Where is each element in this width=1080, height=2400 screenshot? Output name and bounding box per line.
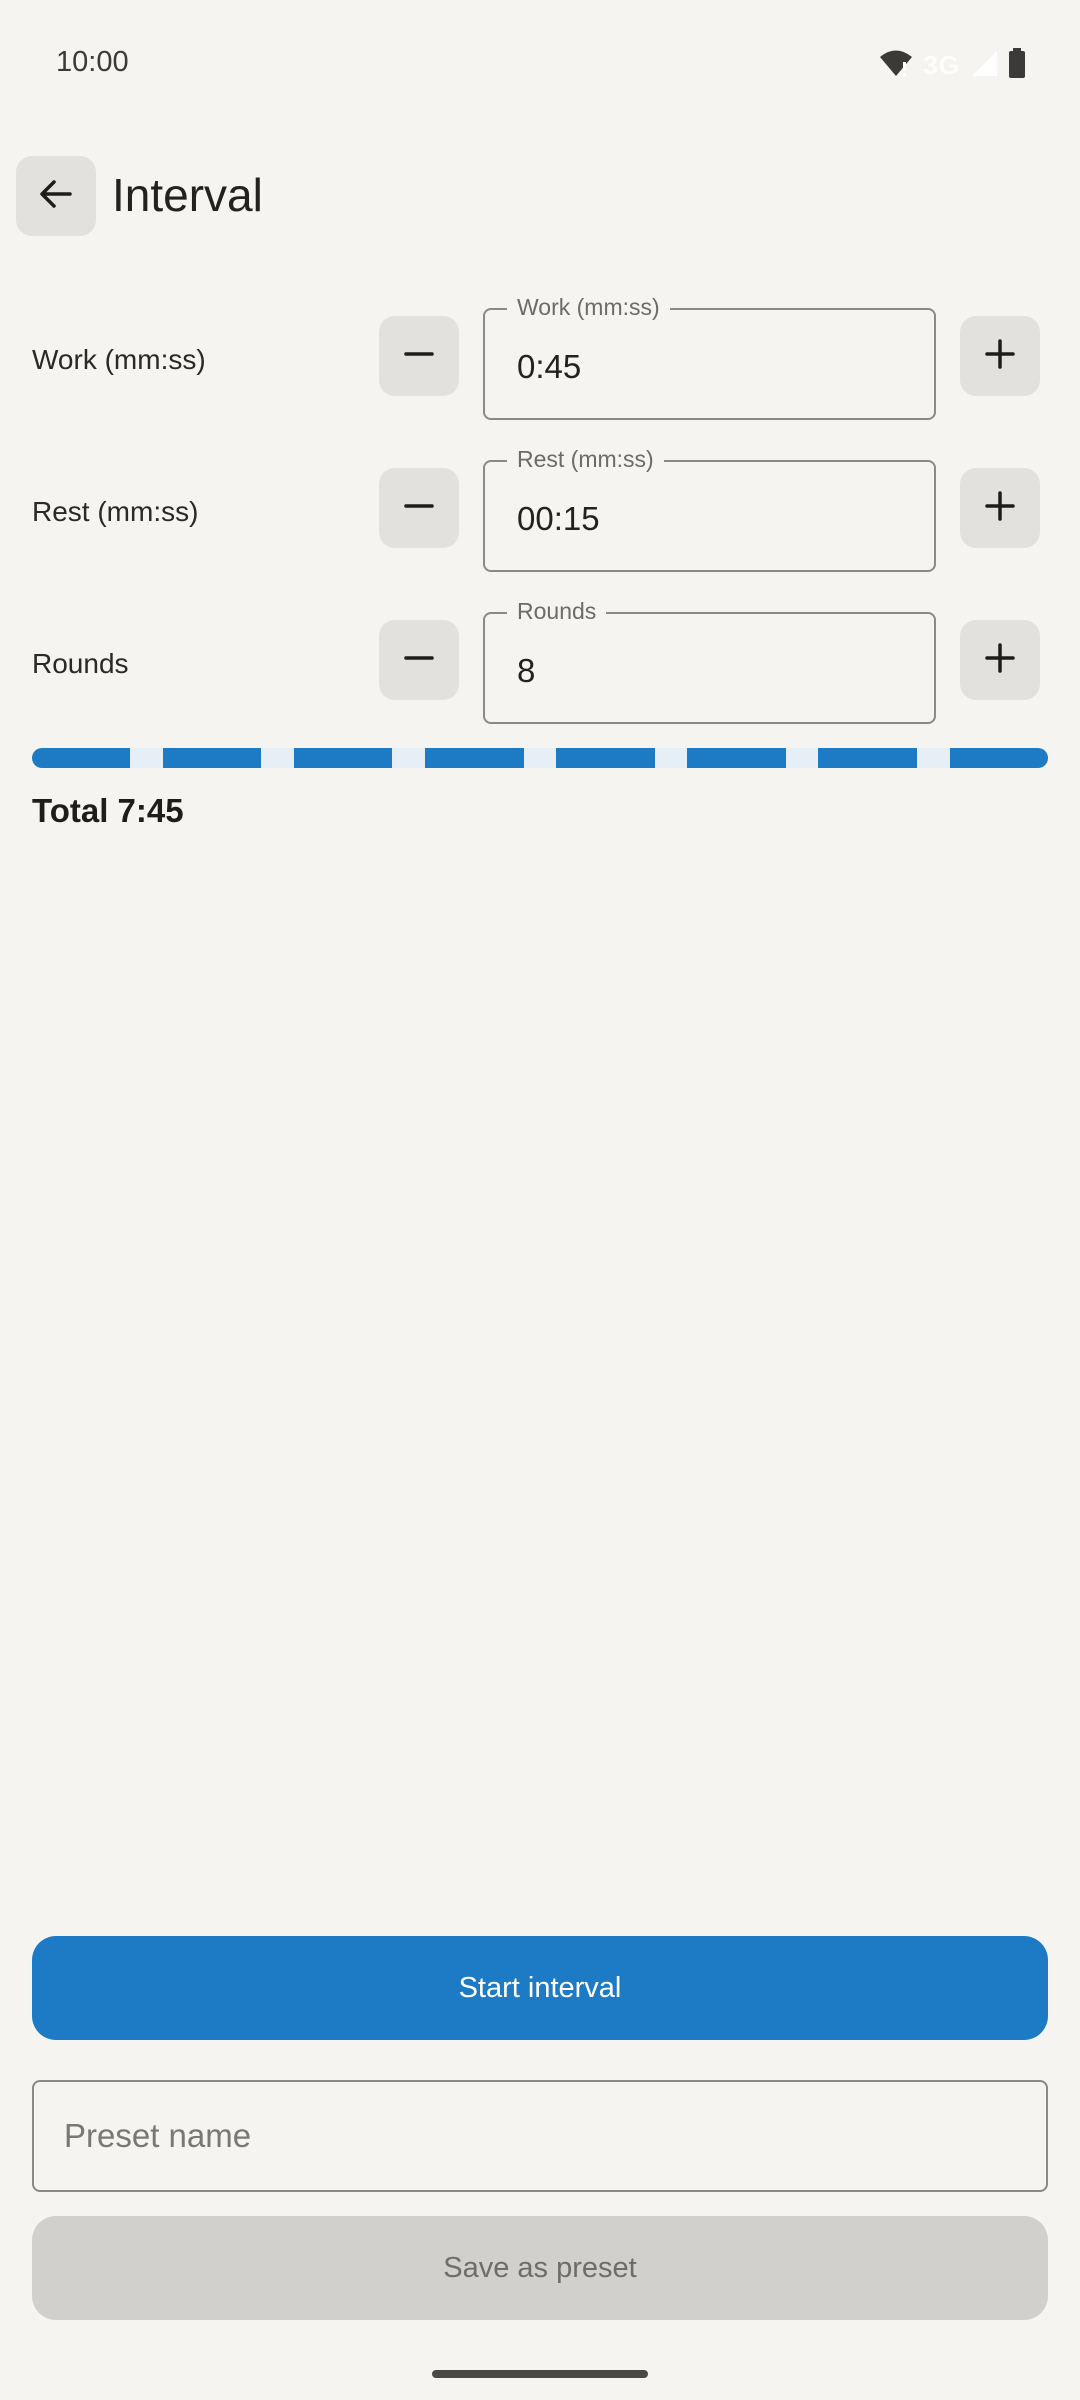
timeline-rest-segment bbox=[261, 748, 295, 768]
interval-timeline bbox=[32, 748, 1048, 768]
minus-icon bbox=[403, 490, 435, 527]
rounds-increment-button[interactable] bbox=[960, 620, 1040, 700]
network-type-label: 3G bbox=[923, 49, 960, 80]
rest-row: Rest (mm:ss) Rest (mm:ss) 00:15 bbox=[0, 446, 1080, 576]
rounds-field[interactable]: Rounds 8 bbox=[483, 598, 936, 724]
status-time: 10:00 bbox=[56, 46, 129, 78]
rounds-label: Rounds bbox=[32, 648, 129, 679]
rest-label: Rest (mm:ss) bbox=[32, 496, 199, 527]
timeline-work-segment bbox=[818, 748, 917, 768]
work-increment-button[interactable] bbox=[960, 316, 1040, 396]
plus-icon bbox=[984, 338, 1016, 375]
rest-field-value[interactable]: 00:15 bbox=[517, 500, 600, 538]
rest-field[interactable]: Rest (mm:ss) 00:15 bbox=[483, 446, 936, 572]
timeline-rest-segment bbox=[392, 748, 426, 768]
timeline-work-segment bbox=[687, 748, 786, 768]
timeline-work-segment bbox=[949, 748, 1048, 768]
rounds-row: Rounds Rounds 8 bbox=[0, 598, 1080, 728]
rest-increment-button[interactable] bbox=[960, 468, 1040, 548]
work-field-legend: Work (mm:ss) bbox=[507, 294, 670, 321]
timeline-rest-segment bbox=[130, 748, 164, 768]
work-label: Work (mm:ss) bbox=[32, 344, 206, 375]
back-button[interactable] bbox=[16, 156, 96, 236]
timeline-work-segment bbox=[425, 748, 524, 768]
work-row: Work (mm:ss) Work (mm:ss) 0:45 bbox=[0, 294, 1080, 424]
work-field-value[interactable]: 0:45 bbox=[517, 348, 581, 386]
save-preset-button[interactable]: Save as preset bbox=[32, 2216, 1048, 2320]
timeline-rest-segment bbox=[654, 748, 688, 768]
timeline-work-segment bbox=[556, 748, 655, 768]
rounds-decrement-button[interactable] bbox=[379, 620, 459, 700]
arrow-back-icon bbox=[38, 176, 74, 217]
cellular-signal-icon bbox=[970, 49, 998, 82]
status-bar: 10:00 3G bbox=[0, 0, 1080, 130]
preset-name-input[interactable] bbox=[32, 2080, 1048, 2192]
interval-screen: 10:00 3G Interval Work (mm:ss) Work (mm:… bbox=[0, 0, 1080, 2400]
plus-icon bbox=[984, 642, 1016, 679]
battery-icon bbox=[1008, 47, 1026, 83]
rounds-field-value[interactable]: 8 bbox=[517, 652, 535, 690]
minus-icon bbox=[403, 642, 435, 679]
timeline-rest-segment bbox=[523, 748, 557, 768]
status-icons: 3G bbox=[879, 47, 1026, 83]
wifi-alert-icon bbox=[879, 48, 913, 83]
rest-decrement-button[interactable] bbox=[379, 468, 459, 548]
minus-icon bbox=[403, 338, 435, 375]
start-interval-button[interactable]: Start interval bbox=[32, 1936, 1048, 2040]
timeline-rest-segment bbox=[785, 748, 819, 768]
home-indicator[interactable] bbox=[432, 2370, 648, 2378]
page-title: Interval bbox=[112, 169, 263, 221]
work-decrement-button[interactable] bbox=[379, 316, 459, 396]
work-field[interactable]: Work (mm:ss) 0:45 bbox=[483, 294, 936, 420]
rest-field-legend: Rest (mm:ss) bbox=[507, 446, 664, 473]
total-duration: Total 7:45 bbox=[32, 792, 184, 829]
timeline-work-segment bbox=[294, 748, 393, 768]
timeline-work-segment bbox=[163, 748, 262, 768]
timeline-rest-segment bbox=[916, 748, 950, 768]
timeline-work-segment bbox=[32, 748, 131, 768]
rounds-field-legend: Rounds bbox=[507, 598, 607, 625]
plus-icon bbox=[984, 490, 1016, 527]
